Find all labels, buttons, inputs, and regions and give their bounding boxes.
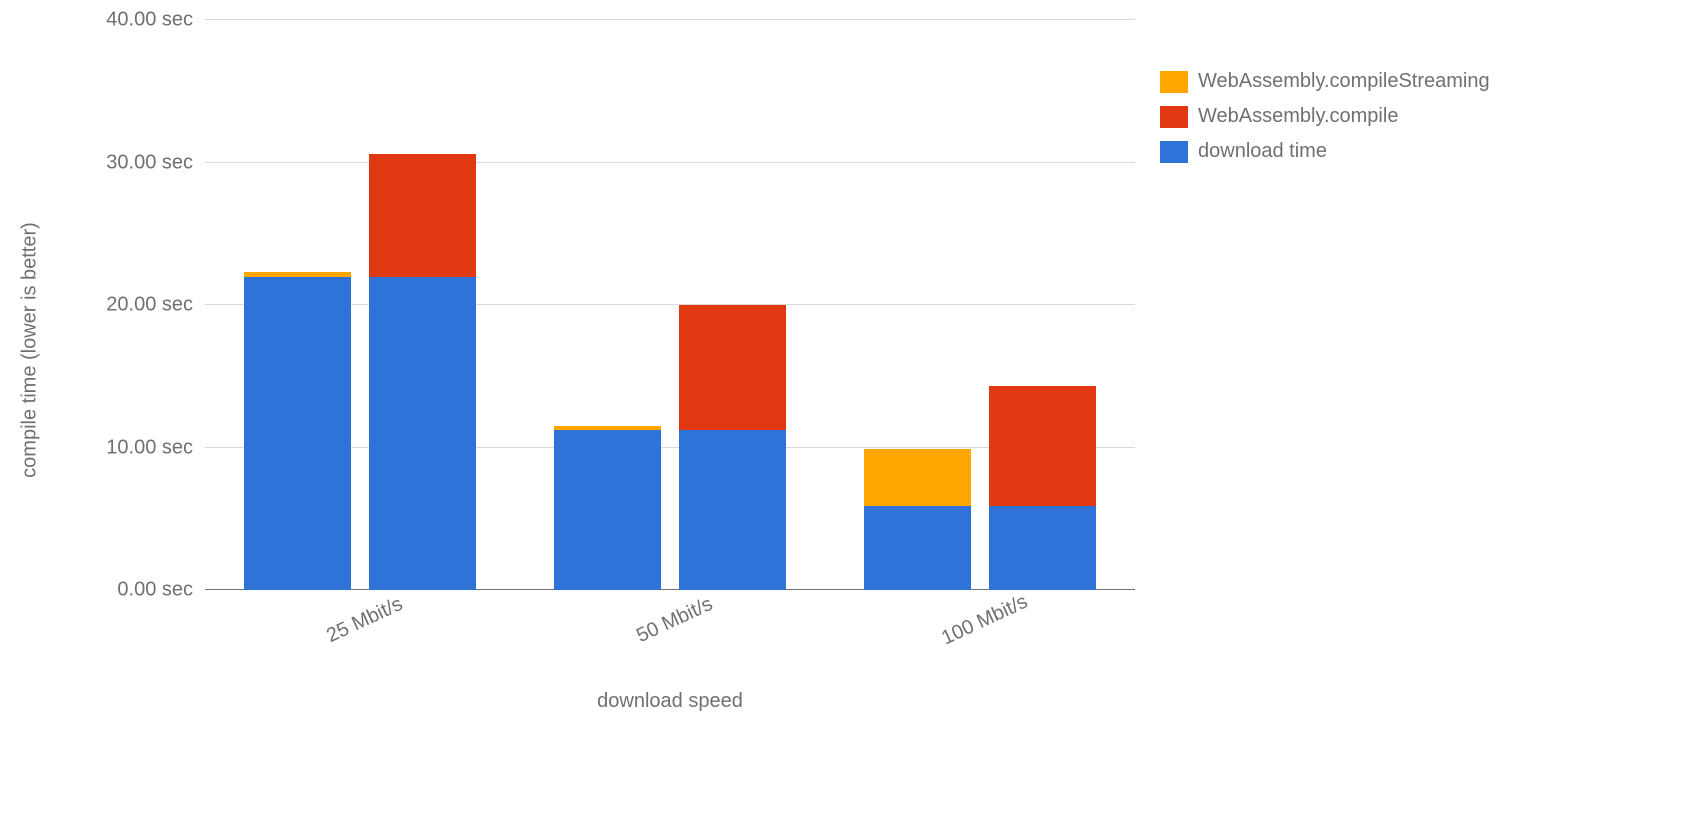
y-tick-label: 20.00 sec [106, 294, 205, 317]
bar-segment [554, 426, 661, 430]
y-tick-label: 10.00 sec [106, 436, 205, 459]
legend-swatch [1160, 106, 1188, 128]
legend-swatch [1160, 141, 1188, 163]
bars-container: 25 Mbit/s50 Mbit/s100 Mbit/s [205, 20, 1135, 590]
legend-label: WebAssembly.compile [1198, 105, 1398, 128]
bar-segment [989, 386, 1096, 506]
bar [864, 20, 971, 590]
y-tick-label: 0.00 sec [117, 579, 205, 602]
bar [989, 20, 1096, 590]
bar-segment [554, 430, 661, 590]
bar [369, 20, 476, 590]
x-tick-label: 100 Mbit/s [938, 591, 1031, 651]
bar [554, 20, 661, 590]
y-axis-title: compile time (lower is better) [19, 222, 42, 478]
bar-segment [989, 506, 1096, 590]
bar-segment [864, 506, 971, 590]
x-tick-label: 50 Mbit/s [633, 593, 716, 648]
bar-segment [679, 430, 786, 590]
legend-item: download time [1160, 140, 1490, 163]
legend-item: WebAssembly.compileStreaming [1160, 70, 1490, 93]
y-tick-label: 30.00 sec [106, 151, 205, 174]
bar-segment [679, 305, 786, 430]
bar-segment [244, 277, 351, 591]
bar-segment [244, 272, 351, 276]
legend-swatch [1160, 71, 1188, 93]
bar-segment [864, 449, 971, 506]
bar [679, 20, 786, 590]
x-tick-label: 25 Mbit/s [323, 593, 406, 648]
bar [244, 20, 351, 590]
y-tick-label: 40.00 sec [106, 9, 205, 32]
legend-item: WebAssembly.compile [1160, 105, 1490, 128]
chart: compile time (lower is better) 0.00 sec1… [30, 10, 1150, 690]
bar-segment [369, 277, 476, 591]
legend-label: WebAssembly.compileStreaming [1198, 70, 1490, 93]
legend: WebAssembly.compileStreaming WebAssembly.… [1160, 70, 1490, 175]
legend-label: download time [1198, 140, 1327, 163]
bar-segment [369, 154, 476, 277]
x-axis-title: download speed [597, 690, 743, 713]
plot-area: 0.00 sec10.00 sec20.00 sec30.00 sec40.00… [205, 20, 1135, 590]
